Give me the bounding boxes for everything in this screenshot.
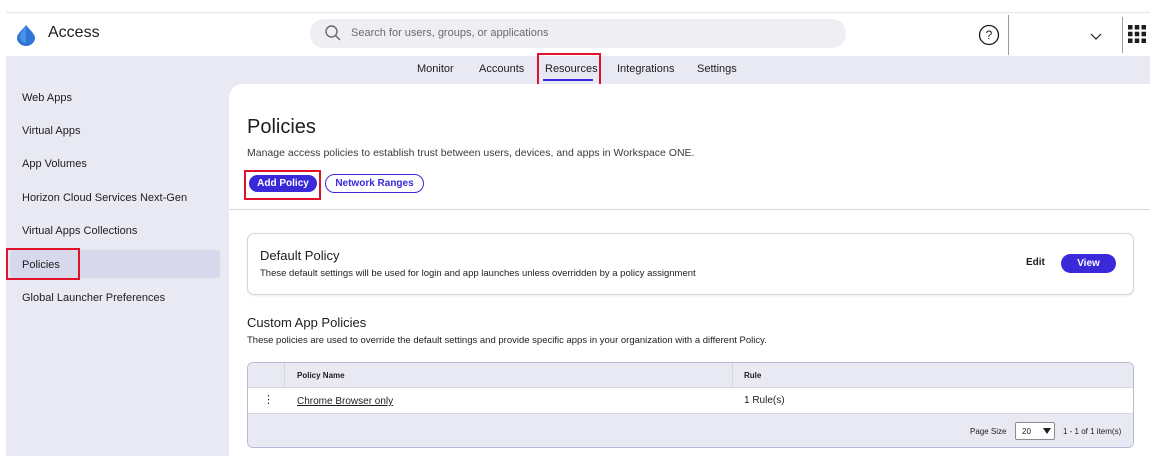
sidebar-item-app-volumes[interactable]: App Volumes	[22, 158, 87, 170]
search-icon	[325, 25, 341, 41]
chevron-down-icon[interactable]	[1090, 33, 1102, 41]
custom-policies-description: These policies are used to override the …	[247, 335, 767, 346]
pagination-count: 1 - 1 of 1 item(s)	[1063, 427, 1122, 436]
sidebar-item-horizon-cloud[interactable]: Horizon Cloud Services Next-Gen	[22, 192, 187, 204]
sidebar-item-global-launcher-preferences[interactable]: Global Launcher Preferences	[22, 292, 165, 304]
page-title: Policies	[247, 116, 316, 138]
column-header-policy-name[interactable]: Policy Name	[297, 371, 345, 380]
highlight-box-add-policy	[244, 170, 321, 200]
search-bar[interactable]: Search for users, groups, or application…	[310, 19, 846, 48]
edit-button[interactable]: Edit	[1026, 257, 1045, 268]
kebab-icon[interactable]: ⋮	[263, 393, 274, 406]
highlight-box-policies	[6, 248, 80, 280]
page-description: Manage access policies to establish trus…	[247, 147, 695, 159]
search-input[interactable]: Search for users, groups, or application…	[351, 27, 549, 39]
divider	[1122, 17, 1123, 53]
table-row[interactable]: ⋮ Chrome Browser only 1 Rule(s)	[248, 388, 1133, 414]
default-policy-title: Default Policy	[260, 248, 340, 263]
page-size-value: 20	[1022, 427, 1031, 436]
policies-table: Policy Name Rule ⋮ Chrome Browser only 1…	[247, 362, 1134, 448]
sidebar-item-web-apps[interactable]: Web Apps	[22, 92, 72, 104]
default-policy-card: Default Policy These default settings wi…	[247, 233, 1134, 295]
custom-policies-title: Custom App Policies	[247, 315, 367, 330]
rule-count: 1 Rule(s)	[744, 395, 785, 406]
top-bar: Access Search for users, groups, or appl…	[6, 12, 1150, 59]
tab-monitor[interactable]: Monitor	[417, 63, 454, 75]
default-policy-description: These default settings will be used for …	[260, 268, 696, 279]
network-ranges-button[interactable]: Network Ranges	[325, 174, 424, 193]
highlight-box-resources	[537, 53, 601, 86]
tab-integrations[interactable]: Integrations	[617, 63, 674, 75]
divider	[1008, 15, 1009, 55]
drop-logo-icon[interactable]	[16, 24, 36, 46]
main-nav-tabs: Monitor Accounts Resources Integrations …	[6, 53, 1150, 86]
caret-down-icon	[1043, 428, 1051, 434]
view-button[interactable]: View	[1061, 254, 1116, 273]
sidebar: Web Apps Virtual Apps App Volumes Horizo…	[6, 84, 229, 456]
sidebar-item-virtual-apps-collections[interactable]: Virtual Apps Collections	[22, 225, 137, 237]
svg-text:?: ?	[986, 28, 993, 42]
app-grid-icon[interactable]	[1127, 24, 1147, 44]
page-size-label: Page Size	[970, 427, 1007, 436]
column-header-rule[interactable]: Rule	[744, 371, 761, 380]
tab-accounts[interactable]: Accounts	[479, 63, 524, 75]
page-size-select[interactable]: 20	[1015, 422, 1055, 440]
table-footer: Page Size 20 1 - 1 of 1 item(s)	[248, 414, 1133, 447]
tab-settings[interactable]: Settings	[697, 63, 737, 75]
user-menu[interactable]	[1017, 13, 1095, 59]
app-title[interactable]: Access	[48, 24, 100, 42]
help-icon[interactable]: ?	[978, 24, 1000, 46]
policy-name-link[interactable]: Chrome Browser only	[297, 396, 393, 407]
sidebar-item-virtual-apps[interactable]: Virtual Apps	[22, 125, 81, 137]
table-header: Policy Name Rule	[248, 363, 1133, 388]
